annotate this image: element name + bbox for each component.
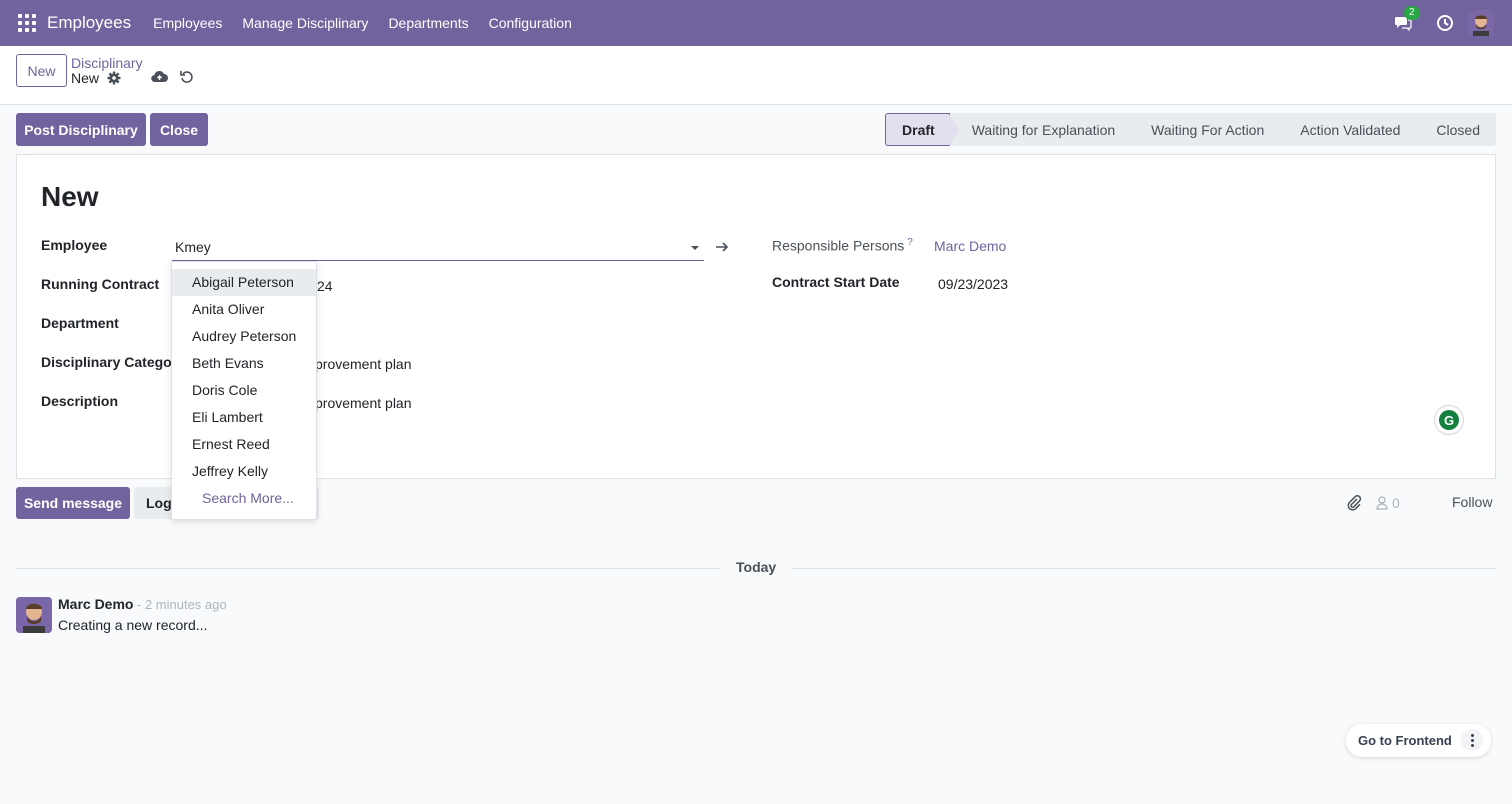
- frontend-pill: Go to Frontend: [1346, 724, 1491, 757]
- dropdown-option[interactable]: Doris Cole: [172, 377, 316, 404]
- employee-input-value: Kmey: [175, 239, 211, 255]
- stage-action-validated[interactable]: Action Validated: [1278, 113, 1425, 146]
- date-divider-right: [792, 568, 1496, 569]
- nav-configuration[interactable]: Configuration: [489, 15, 572, 31]
- gear-icon[interactable]: [107, 71, 121, 85]
- search-more-link[interactable]: Search More...: [172, 485, 316, 512]
- navbar-systray: 2: [1394, 0, 1494, 46]
- department-label: Department: [41, 315, 119, 331]
- paperclip-icon[interactable]: [1346, 494, 1362, 512]
- employee-input[interactable]: Kmey: [172, 235, 704, 261]
- message-body: Creating a new record...: [58, 617, 208, 633]
- responsible-persons-label: Responsible Persons?: [772, 237, 913, 254]
- send-message-button[interactable]: Send message: [16, 487, 130, 519]
- nav-employees[interactable]: Employees: [153, 15, 222, 31]
- post-disciplinary-button[interactable]: Post Disciplinary: [16, 113, 146, 146]
- date-divider-left: [16, 568, 720, 569]
- stage-waiting-explanation[interactable]: Waiting for Explanation: [949, 113, 1140, 146]
- description-label: Description: [41, 393, 119, 409]
- employee-autocomplete-dropdown: Abigail Peterson Anita Oliver Audrey Pet…: [171, 261, 317, 520]
- avatar[interactable]: [16, 597, 52, 633]
- dropdown-option[interactable]: Audrey Peterson: [172, 323, 316, 350]
- breadcrumb-current: New: [71, 70, 100, 86]
- new-button[interactable]: New: [16, 54, 67, 87]
- dropdown-option[interactable]: Anita Oliver: [172, 296, 316, 323]
- discard-undo-icon[interactable]: [180, 70, 194, 84]
- disciplinary-category-label: Disciplinary Categor: [41, 354, 178, 370]
- app-brand[interactable]: Employees: [47, 13, 131, 33]
- nav-departments[interactable]: Departments: [388, 15, 468, 31]
- help-tooltip-icon[interactable]: ?: [907, 237, 913, 248]
- stage-draft[interactable]: Draft: [885, 113, 959, 146]
- top-navbar: Employees Employees Manage Disciplinary …: [0, 0, 1512, 46]
- follower-count: 0: [1392, 495, 1400, 511]
- arrow-right-icon[interactable]: [715, 240, 729, 252]
- dropdown-option[interactable]: Eli Lambert: [172, 404, 316, 431]
- dropdown-option[interactable]: Jeffrey Kelly: [172, 458, 316, 485]
- stage-waiting-action[interactable]: Waiting For Action: [1129, 113, 1289, 146]
- message-timestamp: - 2 minutes ago: [137, 597, 227, 612]
- follower-person-icon[interactable]: [1376, 496, 1388, 510]
- grammarly-icon[interactable]: G: [1435, 406, 1463, 434]
- stage-closed[interactable]: Closed: [1414, 113, 1496, 146]
- message-author[interactable]: Marc Demo: [58, 596, 133, 612]
- responsible-persons-value[interactable]: Marc Demo: [934, 238, 1006, 254]
- status-bar: Draft Waiting for Explanation Waiting Fo…: [885, 113, 1496, 146]
- employee-label: Employee: [41, 237, 108, 253]
- dropdown-option[interactable]: Abigail Peterson: [172, 269, 316, 296]
- apps-grid-icon[interactable]: [18, 14, 36, 32]
- activity-clock-icon[interactable]: [1436, 14, 1454, 32]
- go-to-frontend-button[interactable]: Go to Frontend: [1358, 733, 1452, 748]
- disciplinary-category-value[interactable]: provement plan: [315, 356, 412, 372]
- nav-manage-disciplinary[interactable]: Manage Disciplinary: [242, 15, 368, 31]
- dropdown-option[interactable]: Beth Evans: [172, 350, 316, 377]
- chat-icon[interactable]: 2: [1394, 6, 1420, 31]
- control-panel: New Disciplinary New: [0, 46, 1512, 105]
- contract-start-date-label: Contract Start Date: [772, 274, 900, 290]
- user-avatar[interactable]: [1468, 10, 1494, 36]
- running-contract-label: Running Contract: [41, 276, 160, 292]
- close-button[interactable]: Close: [150, 113, 208, 146]
- contract-start-date-value[interactable]: 09/23/2023: [938, 276, 1008, 292]
- save-cloud-icon[interactable]: [151, 70, 168, 84]
- dropdown-option[interactable]: Ernest Reed: [172, 431, 316, 458]
- record-title[interactable]: New: [41, 181, 99, 213]
- breadcrumb-parent[interactable]: Disciplinary: [71, 55, 143, 71]
- date-separator-label: Today: [736, 559, 777, 575]
- chevron-down-icon[interactable]: [691, 246, 699, 250]
- chat-count-badge: 2: [1404, 6, 1420, 20]
- description-value[interactable]: provement plan: [315, 395, 412, 411]
- follow-button[interactable]: Follow: [1452, 494, 1492, 510]
- running-contract-value[interactable]: 24: [317, 278, 333, 294]
- kebab-menu-icon[interactable]: [1461, 729, 1483, 751]
